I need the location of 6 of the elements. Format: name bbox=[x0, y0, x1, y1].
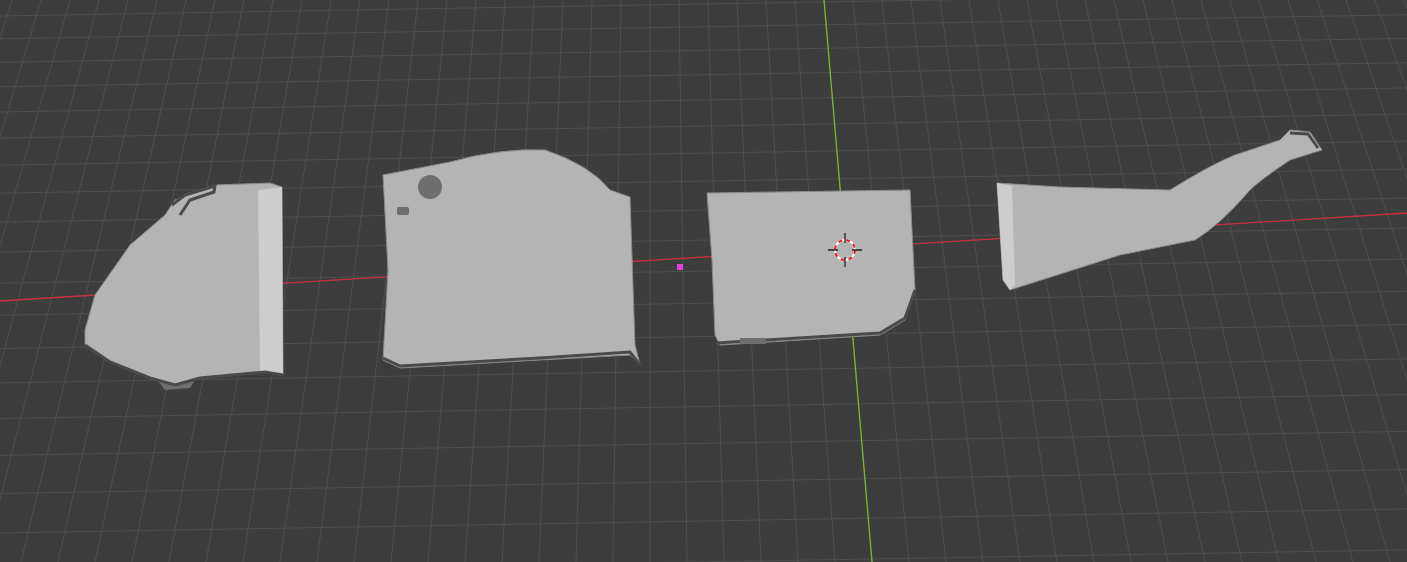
mesh-drawing[interactable] bbox=[84, 182, 284, 390]
mesh-drawing[interactable] bbox=[706, 189, 917, 346]
mesh-drawing[interactable] bbox=[382, 149, 642, 369]
origin-point-icon bbox=[677, 264, 683, 270]
cursor-crosshair-icon[interactable] bbox=[827, 232, 863, 268]
mesh-drawing[interactable] bbox=[996, 129, 1323, 291]
